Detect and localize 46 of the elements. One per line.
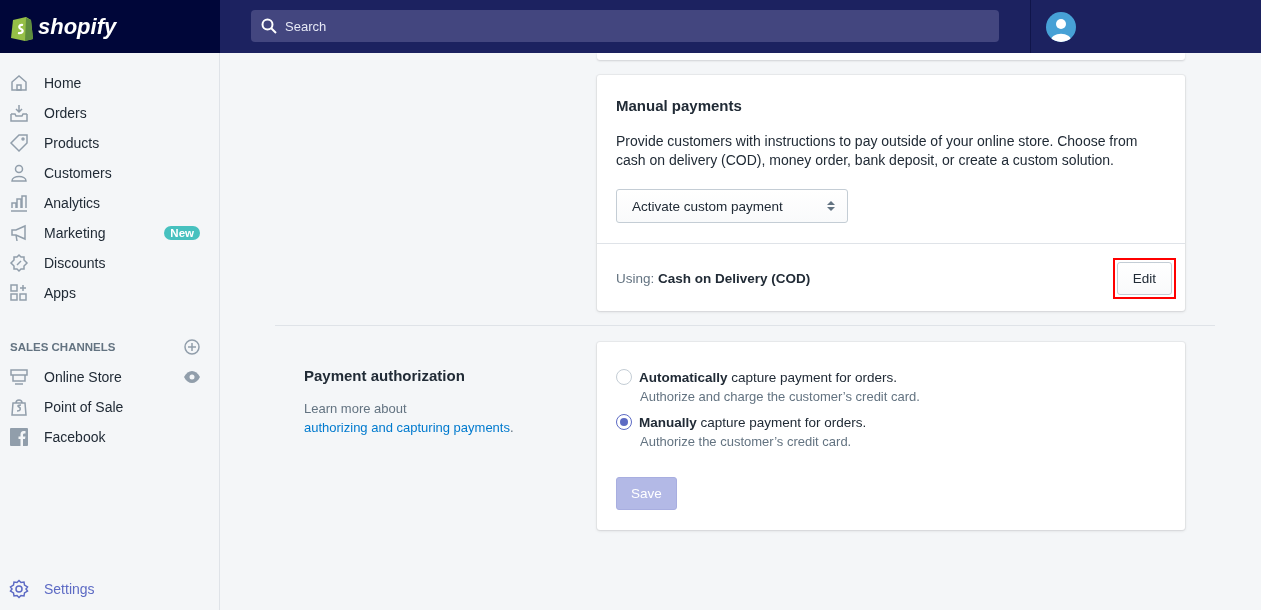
- apps-icon: [9, 283, 29, 303]
- section-heading: SALES CHANNELS: [10, 341, 116, 353]
- section-title: Payment authorization: [304, 367, 466, 384]
- payment-select[interactable]: Activate custom payment: [616, 189, 848, 223]
- house-icon: [9, 73, 29, 93]
- edit-button[interactable]: Edit: [1116, 262, 1172, 295]
- facebook-icon: [9, 427, 29, 447]
- gear-icon: [9, 579, 29, 599]
- add-circle-icon[interactable]: [184, 339, 200, 355]
- option-hint: Authorize and charge the customer’s credit card.: [640, 389, 921, 404]
- radio-option[interactable]: Manually capture payment for orders.: [616, 414, 1166, 430]
- radio-button[interactable]: [616, 414, 632, 430]
- option-hint: Authorize the customer’s credit card.: [640, 434, 853, 449]
- shopping-bag-icon: [9, 397, 29, 417]
- nav-item[interactable]: Analytics: [0, 188, 219, 218]
- nav-item[interactable]: Facebook: [0, 422, 219, 452]
- nav-item[interactable]: Point of Sale: [0, 392, 219, 422]
- using-method-text: Using: Cash on Delivery (COD): [616, 271, 811, 286]
- megaphone-icon: [9, 223, 29, 243]
- inbox-icon: [9, 103, 29, 123]
- help-link[interactable]: authorizing and capturing payments: [304, 420, 510, 435]
- nav-item[interactable]: Home: [0, 68, 219, 98]
- logo-text[interactable]: shopify: [38, 13, 117, 40]
- eye-icon[interactable]: [184, 371, 200, 383]
- description: Provide customers with instructions to pay outside of your online store. Choose from cash on delivery (COD), money order, bank deposit, or create a custom solution.: [616, 132, 1139, 170]
- storefront-icon: [9, 367, 29, 387]
- up-down-caret-icon: [827, 200, 835, 212]
- person-icon: [9, 163, 29, 183]
- search-icon: [261, 18, 277, 34]
- nav-item[interactable]: Settings: [0, 574, 219, 604]
- nav-item[interactable]: Products: [0, 128, 219, 158]
- nav-item[interactable]: Customers: [0, 158, 219, 188]
- search-field[interactable]: Search: [251, 10, 999, 42]
- nav-item[interactable]: Discounts: [0, 248, 219, 278]
- radio-option[interactable]: Automatically capture payment for orders.: [616, 369, 1166, 385]
- nav-item[interactable]: Orders: [0, 98, 219, 128]
- help-text: Learn more about authorizing and capturing payments.: [304, 400, 515, 437]
- new-badge: New: [164, 226, 200, 240]
- bar-chart-icon: [9, 193, 29, 213]
- nav-item[interactable]: Online Store: [0, 362, 219, 392]
- avatar-icon[interactable]: [1046, 11, 1076, 42]
- discount-icon: [9, 253, 29, 273]
- card-title: Manual payments: [616, 97, 743, 114]
- tag-icon: [9, 133, 29, 153]
- nav-item[interactable]: Marketing New: [0, 218, 219, 248]
- nav-item[interactable]: Apps: [0, 278, 219, 308]
